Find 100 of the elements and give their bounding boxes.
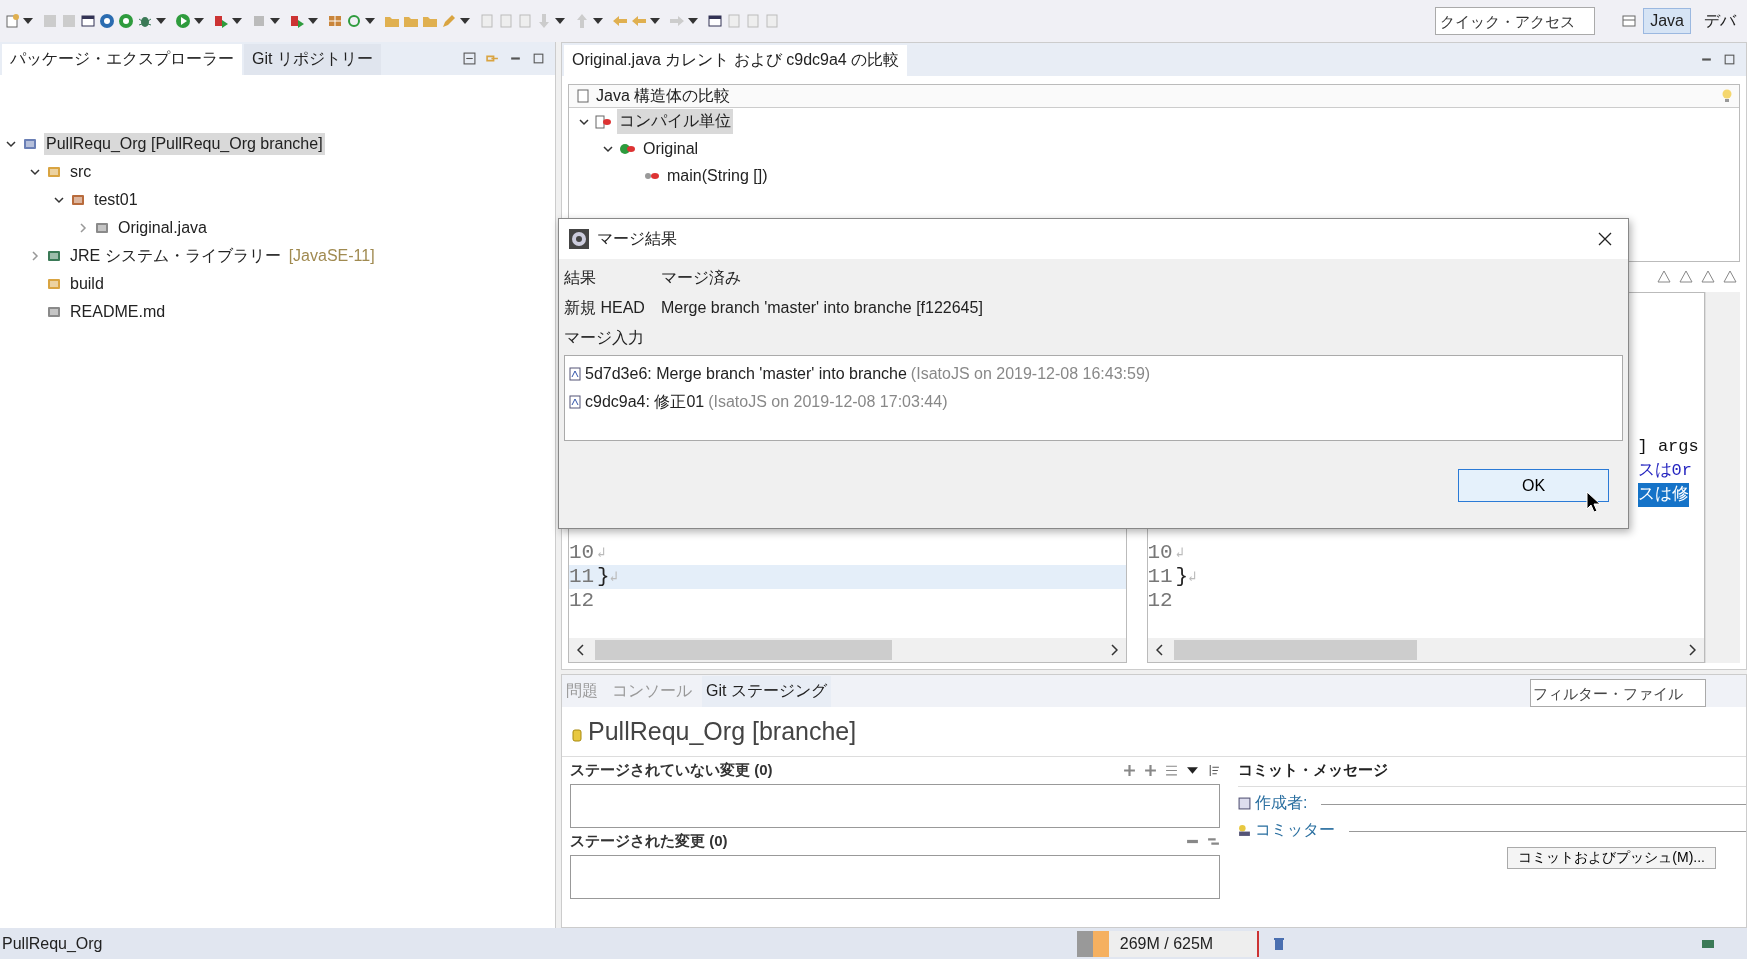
- caret-icon[interactable]: [156, 18, 166, 24]
- status-project: PullRequ_Org: [2, 934, 103, 953]
- close-icon[interactable]: [1598, 232, 1612, 246]
- horizontal-scrollbar[interactable]: [569, 638, 1126, 662]
- code-line: 10↲: [1147, 541, 1185, 565]
- window-icon[interactable]: [707, 13, 723, 29]
- caret-icon[interactable]: [194, 18, 204, 24]
- run-icon[interactable]: [289, 13, 305, 29]
- repository-title: PullRequ_Org [branche]: [588, 717, 857, 746]
- caret-icon[interactable]: [23, 18, 33, 24]
- plus-icon[interactable]: [1144, 764, 1157, 777]
- code-fragment: ] args: [1637, 436, 1699, 458]
- caret-icon[interactable]: [270, 18, 280, 24]
- maximize-icon[interactable]: [532, 52, 545, 65]
- structure-title: Java 構造体の比較: [596, 85, 731, 106]
- commit-text[interactable]: c9dc9a4: 修正01: [585, 391, 705, 413]
- code-line: 10↲: [569, 541, 607, 565]
- commit-meta: (IsatoJS on 2019-12-08 16:43:59): [910, 365, 1151, 383]
- caret-icon[interactable]: [365, 18, 375, 24]
- tree-item[interactable]: src: [68, 161, 94, 183]
- caret-icon[interactable]: [593, 18, 603, 24]
- scroll-right-icon[interactable]: [1109, 644, 1118, 656]
- heap-reading: 269M / 625M: [1119, 934, 1214, 953]
- dialog-title: マージ結果: [597, 228, 677, 249]
- code-line: 11}↲: [1147, 565, 1198, 589]
- window-icon[interactable]: [80, 13, 96, 29]
- lightbulb-icon[interactable]: [1721, 88, 1733, 104]
- tree-item[interactable]: build: [68, 273, 106, 295]
- field-value: Merge branch 'master' into branche [f122645]: [661, 299, 983, 317]
- chevron-icon[interactable]: [579, 116, 589, 127]
- tree-item[interactable]: Original.java: [116, 217, 209, 239]
- structure-item[interactable]: コンパイル単位: [617, 109, 733, 134]
- author-label: 作成者:: [1255, 793, 1308, 813]
- view-tab[interactable]: パッケージ・エクスプローラー: [2, 44, 242, 75]
- minus-icon[interactable]: [1207, 835, 1220, 848]
- caret-icon[interactable]: [232, 18, 242, 24]
- chevron-icon[interactable]: [30, 167, 40, 177]
- field-label: 新規 HEAD: [564, 297, 646, 318]
- compare-icon[interactable]: [1656, 269, 1672, 285]
- staged-list[interactable]: [570, 855, 1220, 899]
- box-icon[interactable]: [327, 13, 343, 29]
- tree-item[interactable]: README.md: [68, 301, 168, 323]
- tree-item[interactable]: test01: [92, 189, 140, 211]
- tree-item-decoration: [JavaSE-11]: [288, 247, 375, 265]
- caret-icon[interactable]: [555, 18, 565, 24]
- section-title: コミット・メッセージ: [1238, 761, 1746, 787]
- heap-meter[interactable]: 269M / 625M: [1076, 930, 1259, 957]
- plus-icon[interactable]: [1123, 764, 1136, 777]
- section-title: ステージされた変更 (0): [570, 832, 728, 851]
- commit-meta: (IsatoJS on 2019-12-08 17:03:44): [708, 393, 948, 411]
- code-fragment: スは修: [1637, 483, 1689, 507]
- structure-item[interactable]: main(String []): [665, 164, 770, 187]
- maximize-icon[interactable]: [1723, 53, 1736, 66]
- circle-icon[interactable]: [118, 13, 134, 29]
- compare-icon[interactable]: [1700, 269, 1716, 285]
- sort-icon[interactable]: [1207, 764, 1220, 777]
- perspective-button[interactable]: Java: [1643, 8, 1691, 34]
- run-icon[interactable]: [213, 13, 229, 29]
- field-value: マージ済み: [661, 267, 741, 288]
- compare-icon[interactable]: [1722, 269, 1738, 285]
- caret-icon[interactable]: [688, 18, 698, 24]
- view-tab[interactable]: Git リポジトリー: [244, 44, 381, 75]
- committer-label: コミッター: [1255, 820, 1335, 840]
- vertical-scrollbar[interactable]: [1705, 292, 1740, 663]
- view-tab[interactable]: Git ステージング: [702, 676, 831, 707]
- commit-and-push-button[interactable]: コミットおよびプッシュ(M)...: [1507, 847, 1716, 869]
- tree-item[interactable]: JRE システム・ライブラリー: [68, 243, 283, 269]
- section-label: マージ入力: [564, 327, 644, 348]
- collapse-icon[interactable]: [463, 52, 476, 65]
- caret-icon[interactable]: [650, 18, 660, 24]
- quick-access-field[interactable]: クイック・アクセス: [1435, 7, 1596, 35]
- cylinder-icon: [572, 728, 582, 742]
- code-line: 12: [569, 589, 596, 613]
- structure-item[interactable]: Original: [641, 137, 701, 160]
- filter-field[interactable]: フィルター・ファイル: [1530, 679, 1706, 707]
- mouse-cursor-icon: [1586, 491, 1600, 513]
- chevron-icon[interactable]: [6, 139, 16, 149]
- caret-icon[interactable]: [308, 18, 318, 24]
- person-card-icon: [1238, 797, 1251, 810]
- editor-tab[interactable]: Original.java カレント および c9dc9a4 の比較: [564, 45, 908, 76]
- perspective-icon[interactable]: [1621, 13, 1638, 29]
- list-icon[interactable]: [1165, 764, 1178, 777]
- compare-icon[interactable]: [1678, 269, 1694, 285]
- field-label: 結果: [564, 267, 597, 288]
- caret-icon[interactable]: [1186, 764, 1199, 777]
- caret-icon[interactable]: [460, 18, 470, 24]
- commit-text[interactable]: 5d7d3e6: Merge branch 'master' into branche: [585, 365, 907, 383]
- scroll-left-icon[interactable]: [1155, 644, 1164, 656]
- code-fragment: スは0r: [1637, 460, 1692, 482]
- unstaged-list[interactable]: [570, 784, 1220, 828]
- perspective-button[interactable]: デバ: [1697, 6, 1743, 36]
- tree-item[interactable]: PullRequ_Org [PullRequ_Org branche]: [44, 133, 325, 155]
- scroll-left-icon[interactable]: [577, 644, 585, 656]
- horizontal-scrollbar[interactable]: [1147, 638, 1704, 662]
- chevron-icon[interactable]: [603, 143, 613, 154]
- ok-button[interactable]: OK: [1458, 469, 1609, 502]
- chevron-icon[interactable]: [54, 195, 64, 205]
- code-line: 12: [1147, 589, 1174, 613]
- play-icon[interactable]: [175, 13, 191, 29]
- scroll-right-icon[interactable]: [1688, 644, 1696, 656]
